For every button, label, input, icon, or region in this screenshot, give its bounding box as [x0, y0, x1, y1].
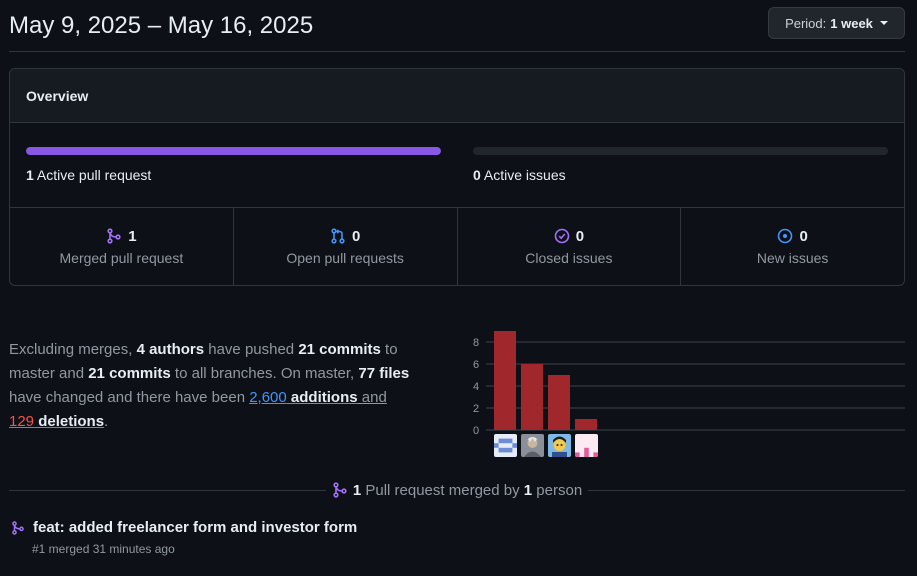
summary-text-1: Excluding merges, — [9, 341, 137, 358]
stat-new-issues[interactable]: 0 New issues — [681, 208, 904, 285]
stat-closed-issues[interactable]: 0 Closed issues — [458, 208, 682, 285]
active-pull-request-label: Active pull request — [36, 167, 152, 183]
issue-opened-icon — [778, 228, 793, 244]
merged-pull-request-item: feat: added freelancer form and investor… — [11, 519, 357, 556]
overview-title: Overview — [10, 69, 904, 123]
merged-text-2: person — [532, 481, 583, 499]
active-issues-label: Active issues — [483, 167, 566, 183]
summary-files: 77 files — [358, 365, 410, 382]
stat-new-label: New issues — [756, 249, 829, 266]
active-pull-request-link[interactable]: 1 Active pull request — [26, 167, 151, 183]
merge-icon — [333, 482, 347, 498]
active-pull-request-count: 1 — [26, 167, 34, 183]
date-range-title: May 9, 2025 – May 16, 2025 — [9, 12, 314, 39]
pull-request-progress-fill — [26, 147, 441, 155]
summary-text-7: . — [104, 413, 109, 430]
chevron-down-icon — [879, 21, 888, 25]
stat-open-value: 0 — [351, 227, 361, 245]
chart-bar[interactable] — [548, 375, 570, 430]
merged-text-1: Pull request merged by — [361, 481, 524, 499]
author-avatar-3[interactable] — [548, 434, 571, 457]
deletions-link[interactable]: 129 deletions — [9, 413, 104, 430]
merge-icon — [107, 228, 121, 244]
issues-progress-track — [473, 147, 888, 155]
author-avatar-1[interactable] — [494, 434, 517, 457]
overview-box: Overview 1 Active pull request 0 Active … — [9, 68, 905, 286]
deletions-word: deletions — [34, 413, 105, 430]
stat-merged-value: 1 — [128, 227, 137, 245]
activity-bars: 1 Active pull request 0 Active issues — [10, 123, 904, 208]
stat-open-pull-requests[interactable]: 0 Open pull requests — [234, 208, 458, 285]
summary-text-6: and — [357, 389, 387, 406]
identicon-avatar-icon — [575, 434, 598, 457]
period-prefix: Period: — [785, 15, 827, 31]
divider-line-right — [588, 489, 906, 491]
chart-y-tick-label: 2 — [473, 403, 479, 415]
stat-merged-pull-requests[interactable]: 1 Merged pull request — [10, 208, 234, 285]
stat-new-value: 0 — [799, 227, 808, 245]
pull-request-meta: #1 merged 31 minutes ago — [32, 542, 175, 556]
pull-request-progress-track — [26, 147, 441, 155]
page-header: May 9, 2025 – May 16, 2025 Period: 1 wee… — [9, 0, 905, 52]
author-avatar-2[interactable] — [521, 434, 544, 457]
issue-closed-icon — [554, 228, 570, 244]
chart-y-tick-label: 0 — [473, 425, 479, 437]
stat-open-label: Open pull requests — [286, 249, 404, 266]
stats-row: 1 Merged pull request 0 Open pull reques… — [10, 208, 904, 285]
pull-request-icon — [331, 228, 345, 244]
commit-summary: Excluding merges, 4 authors have pushed … — [9, 338, 439, 434]
pull-request-title-link[interactable]: feat: added freelancer form and investor… — [33, 519, 357, 536]
stat-closed-value: 0 — [575, 227, 585, 245]
chart-bar[interactable] — [575, 419, 597, 430]
merged-count: 1 — [352, 481, 362, 499]
chart-y-tick-label: 8 — [473, 337, 479, 349]
divider-line-left — [9, 489, 326, 491]
deletions-count: 129 — [9, 413, 35, 430]
identicon-avatar-icon — [494, 434, 517, 457]
chart-y-tick-label: 4 — [473, 381, 479, 393]
summary-text-2: have pushed — [204, 341, 299, 358]
period-dropdown-button[interactable]: Period: 1 week — [768, 7, 905, 39]
stat-closed-label: Closed issues — [525, 249, 613, 266]
chart-bar[interactable] — [521, 364, 543, 430]
period-value: 1 week — [830, 15, 873, 31]
author-avatar-4[interactable] — [575, 434, 598, 457]
additions-link[interactable]: 2,600 additions — [249, 389, 357, 406]
merged-summary: 1 Pull request merged by 1 person — [326, 482, 588, 499]
chart-y-tick-label: 6 — [473, 359, 479, 371]
merged-people-count: 1 — [523, 481, 533, 499]
summary-commits-all: 21 commits — [88, 365, 171, 382]
merge-icon — [12, 520, 24, 535]
stat-merged-label: Merged pull request — [59, 249, 184, 266]
merged-pull-requests-divider: 1 Pull request merged by 1 person — [9, 480, 906, 500]
cartoon-avatar-icon — [548, 434, 571, 457]
chart-bar[interactable] — [494, 331, 516, 430]
summary-authors: 4 authors — [136, 341, 205, 358]
user-photo-avatar-icon — [521, 434, 544, 457]
additions-word: additions — [286, 389, 358, 406]
summary-text-4: to all branches. On master, — [170, 365, 359, 382]
summary-text-5: have changed and there have been — [9, 389, 250, 406]
summary-commits-master: 21 commits — [298, 341, 381, 358]
active-issues-link[interactable]: 0 Active issues — [473, 167, 566, 183]
active-issues-count: 0 — [473, 167, 481, 183]
additions-count: 2,600 — [249, 389, 287, 406]
